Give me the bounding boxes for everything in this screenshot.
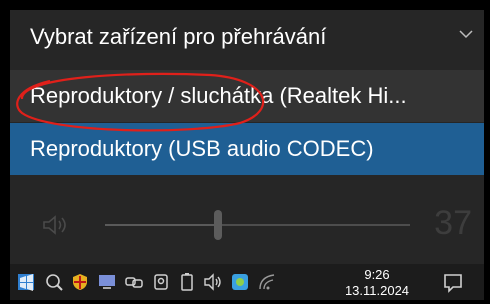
speaker-icon[interactable] (40, 213, 70, 237)
taskbar-tray: 9:26 13.11.2024 (10, 264, 484, 300)
battery-icon[interactable] (177, 272, 197, 292)
clock-date: 13.11.2024 (344, 283, 410, 298)
notification-icon[interactable] (442, 272, 464, 294)
volume-value: 37 (434, 204, 472, 242)
speaker-icon[interactable] (203, 272, 223, 292)
device-item-usb-codec[interactable]: Reproduktory (USB audio CODEC) (10, 123, 484, 175)
windows-icon[interactable] (16, 272, 36, 292)
monitor-icon[interactable] (97, 272, 117, 292)
link-icon[interactable] (124, 272, 144, 292)
screenshot-frame: Vybrat zařízení pro přehrávání Reprodukt… (0, 0, 490, 304)
meet-icon[interactable] (151, 272, 171, 292)
volume-slider-thumb[interactable] (214, 210, 222, 240)
network-icon[interactable] (44, 272, 64, 292)
taskbar-clock[interactable]: 9:26 13.11.2024 (342, 267, 412, 299)
volume-row: 37 (10, 200, 484, 250)
flyout-title: Vybrat zařízení pro přehrávání (30, 24, 327, 49)
flyout-header[interactable]: Vybrat zařízení pro přehrávání (10, 10, 484, 62)
device-label: Reproduktory / sluchátka (Realtek Hi... (30, 83, 407, 108)
device-item-realtek[interactable]: Reproduktory / sluchátka (Realtek Hi... (10, 70, 484, 122)
volume-slider[interactable] (105, 210, 410, 240)
app-icon[interactable] (230, 272, 250, 292)
device-label: Reproduktory (USB audio CODEC) (30, 136, 374, 161)
clock-time: 9:26 (364, 267, 390, 282)
wifi-icon[interactable] (257, 272, 277, 292)
security-shield-icon[interactable] (70, 272, 90, 292)
volume-slider-fill (105, 224, 218, 226)
audio-output-flyout: Vybrat zařízení pro přehrávání Reprodukt… (10, 10, 484, 300)
chevron-down-icon[interactable] (458, 28, 474, 40)
